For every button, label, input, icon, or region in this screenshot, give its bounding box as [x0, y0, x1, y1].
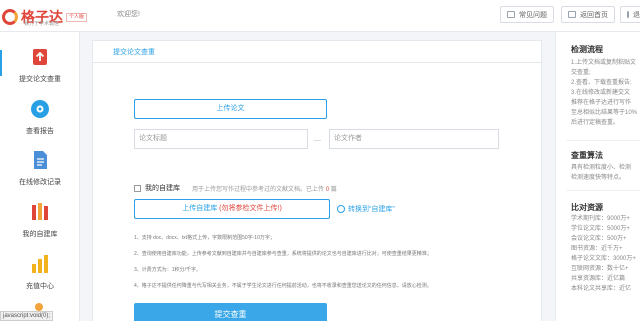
message-icon	[507, 11, 515, 18]
sidebar-item-reports[interactable]: 查看报告	[0, 98, 80, 136]
sidebar-item-label: 查看报告	[26, 128, 54, 135]
algo-title: 查重算法	[571, 151, 603, 160]
brand-tagline: 致力于学术诚信	[24, 21, 60, 27]
sidebar-item-library[interactable]: 我的自建库	[0, 201, 80, 239]
library-checkbox[interactable]	[134, 184, 141, 192]
home-label: 返回首页	[580, 11, 608, 19]
process-text: 1.上传文档或复制粘贴文 交查重; 2.查看、下载查重报告; 3.在线修改或新建…	[571, 58, 640, 128]
note-item: 1、支持 doc、docx、txt格式上传，字数限制范围50字-10万字；	[134, 235, 275, 241]
tab-divider	[93, 62, 543, 63]
home-button[interactable]: 返回首页	[561, 6, 615, 23]
right-panel: 检测流程 1.上传文档或复制粘贴文 交查重; 2.查看、下载查重报告; 3.在线…	[555, 32, 640, 321]
sidebar-item-recharge[interactable]: 充值中心	[0, 253, 80, 291]
help-button[interactable]: 常见问题	[500, 6, 554, 23]
tab-submit[interactable]: 提交论文查重	[103, 44, 165, 62]
brand-badge: 个人版	[66, 12, 88, 22]
main-panel: 提交论文查重 上传论文 论文标题 — 论文作者 我的自建库 用于上传您写作过程中…	[92, 40, 543, 321]
library-check-row: 我的自建库 用于上传您写作过程中参考过的文献文档。已上传 0 篇	[134, 183, 337, 193]
library-hint: 用于上传您写作过程中参考过的文献文档。已上传 0 篇	[192, 184, 337, 193]
resource-line: 学位论文库：5000万+	[571, 226, 630, 232]
algo-line: 检测速度快等特点。	[571, 175, 626, 181]
sidebar-item-label: 提交论文查重	[19, 76, 61, 83]
resource-text: 学术期刊库：9000万+ 学位论文库：5000万+ 会议论文库：500万+ 图书…	[571, 214, 640, 294]
status-url: javascript:void(0);	[0, 311, 54, 321]
library-hint-suffix: 篇	[330, 186, 337, 193]
sidebar-item-label: 在线修改记录	[19, 179, 61, 186]
upload-library-button[interactable]: 上传自建库 (勿将参检文件上传!)	[134, 199, 330, 219]
library-checkbox-label: 我的自建库	[145, 185, 180, 192]
resource-line: 共享资源库：近亿篇	[571, 276, 626, 282]
bar-chart-icon	[32, 255, 48, 273]
library-hint-count: 0	[325, 186, 330, 193]
process-line: 交查重;	[571, 70, 591, 76]
divider	[566, 140, 640, 141]
library-icon	[32, 203, 48, 220]
upload-library-label: 上传自建库	[182, 205, 218, 212]
exit-icon	[627, 11, 629, 18]
sidebar-item-label: 充值中心	[26, 283, 54, 290]
brand-logo[interactable]: 格子达 个人版 致力于学术诚信	[2, 6, 88, 28]
process-line: 3.在线修改或新建交文	[571, 90, 631, 96]
note-item: 4、格子达不提供任何降重与代写相关业务，不属于学生论文进行任何提前活动，也将不收…	[134, 283, 432, 289]
help-label: 常见问题	[519, 11, 547, 19]
resource-title: 比对资源	[571, 203, 603, 212]
resource-line: 格子论文文库：3000万+	[571, 256, 636, 262]
note-item: 3、计费方式为：1积分/千字。	[134, 267, 201, 273]
convert-library-label: 转换到“自建库”	[348, 206, 395, 213]
top-bar: 格子达 个人版 致力于学术诚信 欢迎您! 常见问题 返回首页 退出	[0, 0, 640, 32]
exit-label: 退出	[633, 11, 640, 19]
resource-line: 会议论文库：500万+	[571, 236, 627, 242]
exit-button[interactable]: 退出	[620, 6, 640, 23]
paper-title-field[interactable]: 论文标题	[134, 129, 308, 149]
upload-paper-button[interactable]: 上传论文	[134, 99, 327, 119]
process-line: 后进行定稿查重。	[571, 120, 620, 126]
note-item: 2、查询使用自建库功能，上传参考文献到自建库并与自建库参与查重，系统将提供的论文…	[134, 251, 432, 257]
resource-line: 学术期刊库：9000万+	[571, 216, 630, 222]
resource-line: 本科论文共享库：近亿	[571, 286, 632, 292]
welcome-text: 欢迎您!	[117, 11, 140, 18]
sidebar-item-label: 我的自建库	[22, 231, 58, 238]
home-icon	[568, 11, 576, 18]
notes-list: 1、支持 doc、docx、txt格式上传，字数限制范围50字-10万字； 2、…	[134, 234, 534, 298]
divider	[566, 190, 640, 191]
sidebar-item-edit-records[interactable]: 在线修改记录	[0, 149, 80, 187]
sidebar-item-submit[interactable]: 提交论文查重	[0, 46, 80, 84]
convert-library-link[interactable]: 转换到“自建库”	[337, 204, 395, 214]
algo-line: 具有检测粒度小、检测	[571, 165, 632, 171]
logo-icon	[2, 9, 18, 25]
process-line: 推荐在格子达进行写作	[571, 100, 632, 106]
upload-library-warning: (勿将参检文件上传!)	[219, 205, 282, 212]
process-line: 1.上传文档或复制粘贴文	[571, 60, 637, 66]
submit-check-button[interactable]: 提交查重	[134, 303, 327, 321]
convert-icon	[337, 205, 345, 213]
upload-doc-icon	[33, 49, 47, 65]
process-line: 2.查看、下载查重报告;	[571, 80, 632, 86]
algo-text: 具有检测粒度小、检测 检测速度快等特点。	[571, 163, 640, 183]
paper-author-field[interactable]: 论文作者	[329, 129, 499, 149]
process-title: 检测流程	[571, 45, 603, 54]
process-line: 至总相似比结果等于10%	[571, 110, 638, 116]
report-disc-icon	[31, 100, 49, 118]
field-separator: —	[314, 137, 321, 144]
resource-line: 互联网资源：数十亿+	[571, 266, 629, 272]
document-icon	[34, 151, 47, 169]
sidebar: 提交论文查重 查看报告 在线修改记录 我的自建库 充值中心	[0, 32, 80, 321]
library-hint-prefix: 用于上传您写作过程中参考过的文献文档。已上传	[192, 186, 325, 193]
resource-line: 图书资源：近千万+	[571, 246, 623, 252]
